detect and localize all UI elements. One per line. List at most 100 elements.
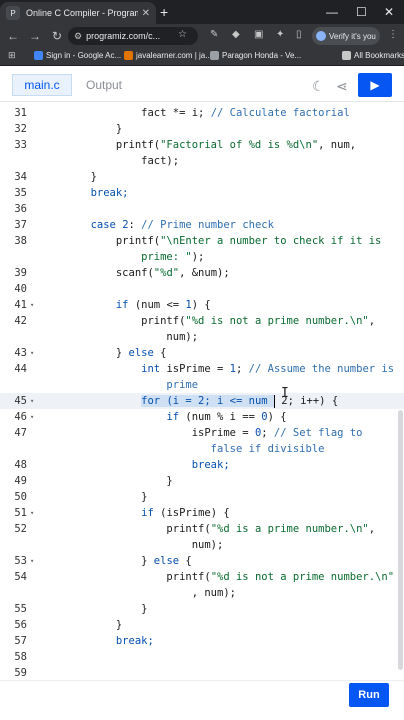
back-icon[interactable]: ← xyxy=(2,29,24,43)
line-number: 57 xyxy=(14,635,27,647)
code-text: break; xyxy=(40,459,230,471)
code-line: 31 fact *= i; // Calculate factorial xyxy=(0,105,404,121)
code-line: 51 ▾ if (isPrime) { xyxy=(0,505,404,521)
code-line-wrap: false if divisible xyxy=(0,441,404,457)
fold-arrow-icon[interactable]: ▾ xyxy=(30,297,34,313)
fold-arrow-icon[interactable]: ▾ xyxy=(30,553,34,569)
line-number: 37 xyxy=(14,219,27,231)
window-close-icon[interactable]: ✕ xyxy=(384,4,394,20)
code-line-active: 45 ▾ for (i = 2; i <= num 2; i++) { xyxy=(0,393,404,409)
code-line: 56 } xyxy=(0,617,404,633)
code-text: int isPrime = 1; // Assume the number is xyxy=(141,363,395,375)
forward-icon[interactable]: → xyxy=(24,29,46,43)
code-line: 43 ▾ } else { xyxy=(0,345,404,361)
line-number: 50 xyxy=(14,491,27,503)
line-number: 35 xyxy=(14,187,27,199)
code-line: 57 break; xyxy=(0,633,404,649)
code-text: scanf("%d", &num); xyxy=(40,267,230,279)
code-editor[interactable]: 31 fact *= i; // Calculate factorial 32 … xyxy=(0,102,404,680)
mouse-ibeam-icon: I xyxy=(281,386,289,401)
bookmark-item[interactable]: Sign in - Google Ac... xyxy=(34,51,121,60)
code-line-wrap: num); xyxy=(0,537,404,553)
code-line: 50 } xyxy=(0,489,404,505)
bookmark-label: javalearner.com | ja... xyxy=(136,51,212,60)
verify-label: Verify it's you xyxy=(329,31,376,41)
code-text: } xyxy=(40,171,97,183)
share-icon[interactable]: ⋖ xyxy=(336,78,348,95)
line-number: 43 xyxy=(14,347,27,359)
code-text: } xyxy=(40,491,148,503)
line-number: 46 xyxy=(14,411,27,423)
code-line: 40 xyxy=(0,281,404,297)
browser-tab[interactable]: P Online C Compiler - Programiz ✕ xyxy=(0,2,156,24)
code-line: 52 printf("%d is a prime number.\n", xyxy=(0,521,404,537)
maximize-icon[interactable]: ☐ xyxy=(356,4,367,20)
all-bookmarks[interactable]: All Bookmarks xyxy=(342,51,404,60)
verify-profile-button[interactable]: Verify it's you xyxy=(312,27,380,45)
fold-arrow-icon[interactable]: ▾ xyxy=(30,409,34,425)
line-number: 32 xyxy=(14,123,27,135)
code-text: false if divisible xyxy=(40,443,325,455)
run-button-top[interactable]: ▶ xyxy=(358,73,392,97)
code-text: for (i = 2; i <= num 2; i++) { xyxy=(141,394,339,408)
line-number: 52 xyxy=(14,523,27,535)
code-line: 32 } xyxy=(0,121,404,137)
line-number: 56 xyxy=(14,619,27,631)
line-number: 33 xyxy=(14,139,27,151)
code-line: 54 printf("%d is not a prime number.\n" xyxy=(0,569,404,585)
fold-arrow-icon[interactable]: ▾ xyxy=(30,345,34,361)
line-number: 39 xyxy=(14,267,27,279)
code-text: isPrime = 0; // Set flag to xyxy=(40,427,363,439)
code-line: 34 } xyxy=(0,169,404,185)
star-icon[interactable]: ☆ xyxy=(178,29,187,40)
extension-icon[interactable]: ◆ xyxy=(232,29,240,40)
editor-scrollbar[interactable] xyxy=(398,410,403,670)
menu-icon[interactable]: ⋮ xyxy=(388,29,398,40)
minimize-icon[interactable]: — xyxy=(326,4,338,20)
code-line: 47 isPrime = 0; // Set flag to xyxy=(0,425,404,441)
code-text: printf("%d is a prime number.\n", xyxy=(40,523,376,535)
sidebar-icon[interactable]: ▯ xyxy=(296,29,302,40)
javalearner-icon xyxy=(124,51,133,60)
tab-close-icon[interactable]: ✕ xyxy=(142,8,150,19)
bookmark-item[interactable]: javalearner.com | ja... xyxy=(124,51,212,60)
apps-grid-icon[interactable]: ⊞ xyxy=(8,50,16,61)
code-line: 33 printf("Factorial of %d is %d\n", num… xyxy=(0,137,404,153)
extension-icon[interactable]: ✎ xyxy=(210,29,218,40)
programiz-favicon-icon: P xyxy=(6,6,20,20)
code-text: num); xyxy=(40,331,199,343)
editor-header: main.c Output ☾ ⋖ ▶ xyxy=(0,70,404,102)
text-selection: for (i = 2; i <= num xyxy=(141,395,274,407)
bookmarks-bar: ⊞ Sign in - Google Ac... javalearner.com… xyxy=(0,48,404,66)
site-info-icon[interactable]: ⚙ xyxy=(74,31,82,42)
line-number: 48 xyxy=(14,459,27,471)
moon-icon[interactable]: ☾ xyxy=(312,78,325,95)
tab-main-c[interactable]: main.c xyxy=(12,74,72,96)
code-text: } xyxy=(40,475,173,487)
fold-arrow-icon[interactable]: ▾ xyxy=(30,505,34,521)
google-icon xyxy=(34,51,43,60)
line-number: 51 xyxy=(14,507,27,519)
fold-arrow-icon[interactable]: ▾ xyxy=(30,393,34,409)
code-line-wrap: prime: "); xyxy=(0,249,404,265)
code-text: } xyxy=(40,603,148,615)
code-text: printf("\nEnter a number to check if it … xyxy=(40,235,382,247)
code-line: 55 } xyxy=(0,601,404,617)
bookmark-item[interactable]: Paragon Honda - Ve... xyxy=(210,51,301,60)
folder-icon xyxy=(342,51,351,60)
reload-icon[interactable]: ↻ xyxy=(46,29,68,43)
bottom-bar: Run xyxy=(0,680,404,720)
code-text: printf("%d is not a prime number.\n", xyxy=(40,315,376,327)
extension-icon[interactable]: ▣ xyxy=(254,29,263,40)
code-line: 58 xyxy=(0,649,404,665)
tab-output[interactable]: Output xyxy=(80,74,128,96)
code-text: } else { xyxy=(40,347,167,359)
puzzle-icon[interactable]: ✦ xyxy=(276,29,284,40)
browser-toolbar: ← → ↻ ⚙ programiz.com/c... ☆ ✎ ◆ ▣ ✦ ▯ V… xyxy=(0,24,404,48)
code-text: break; xyxy=(40,635,154,647)
run-button[interactable]: Run xyxy=(349,683,389,707)
code-line: 41 ▾ if (num <= 1) { xyxy=(0,297,404,313)
new-tab-icon[interactable]: + xyxy=(160,4,168,20)
code-line-wrap: fact); xyxy=(0,153,404,169)
code-line: 46 ▾ if (num % i == 0) { xyxy=(0,409,404,425)
